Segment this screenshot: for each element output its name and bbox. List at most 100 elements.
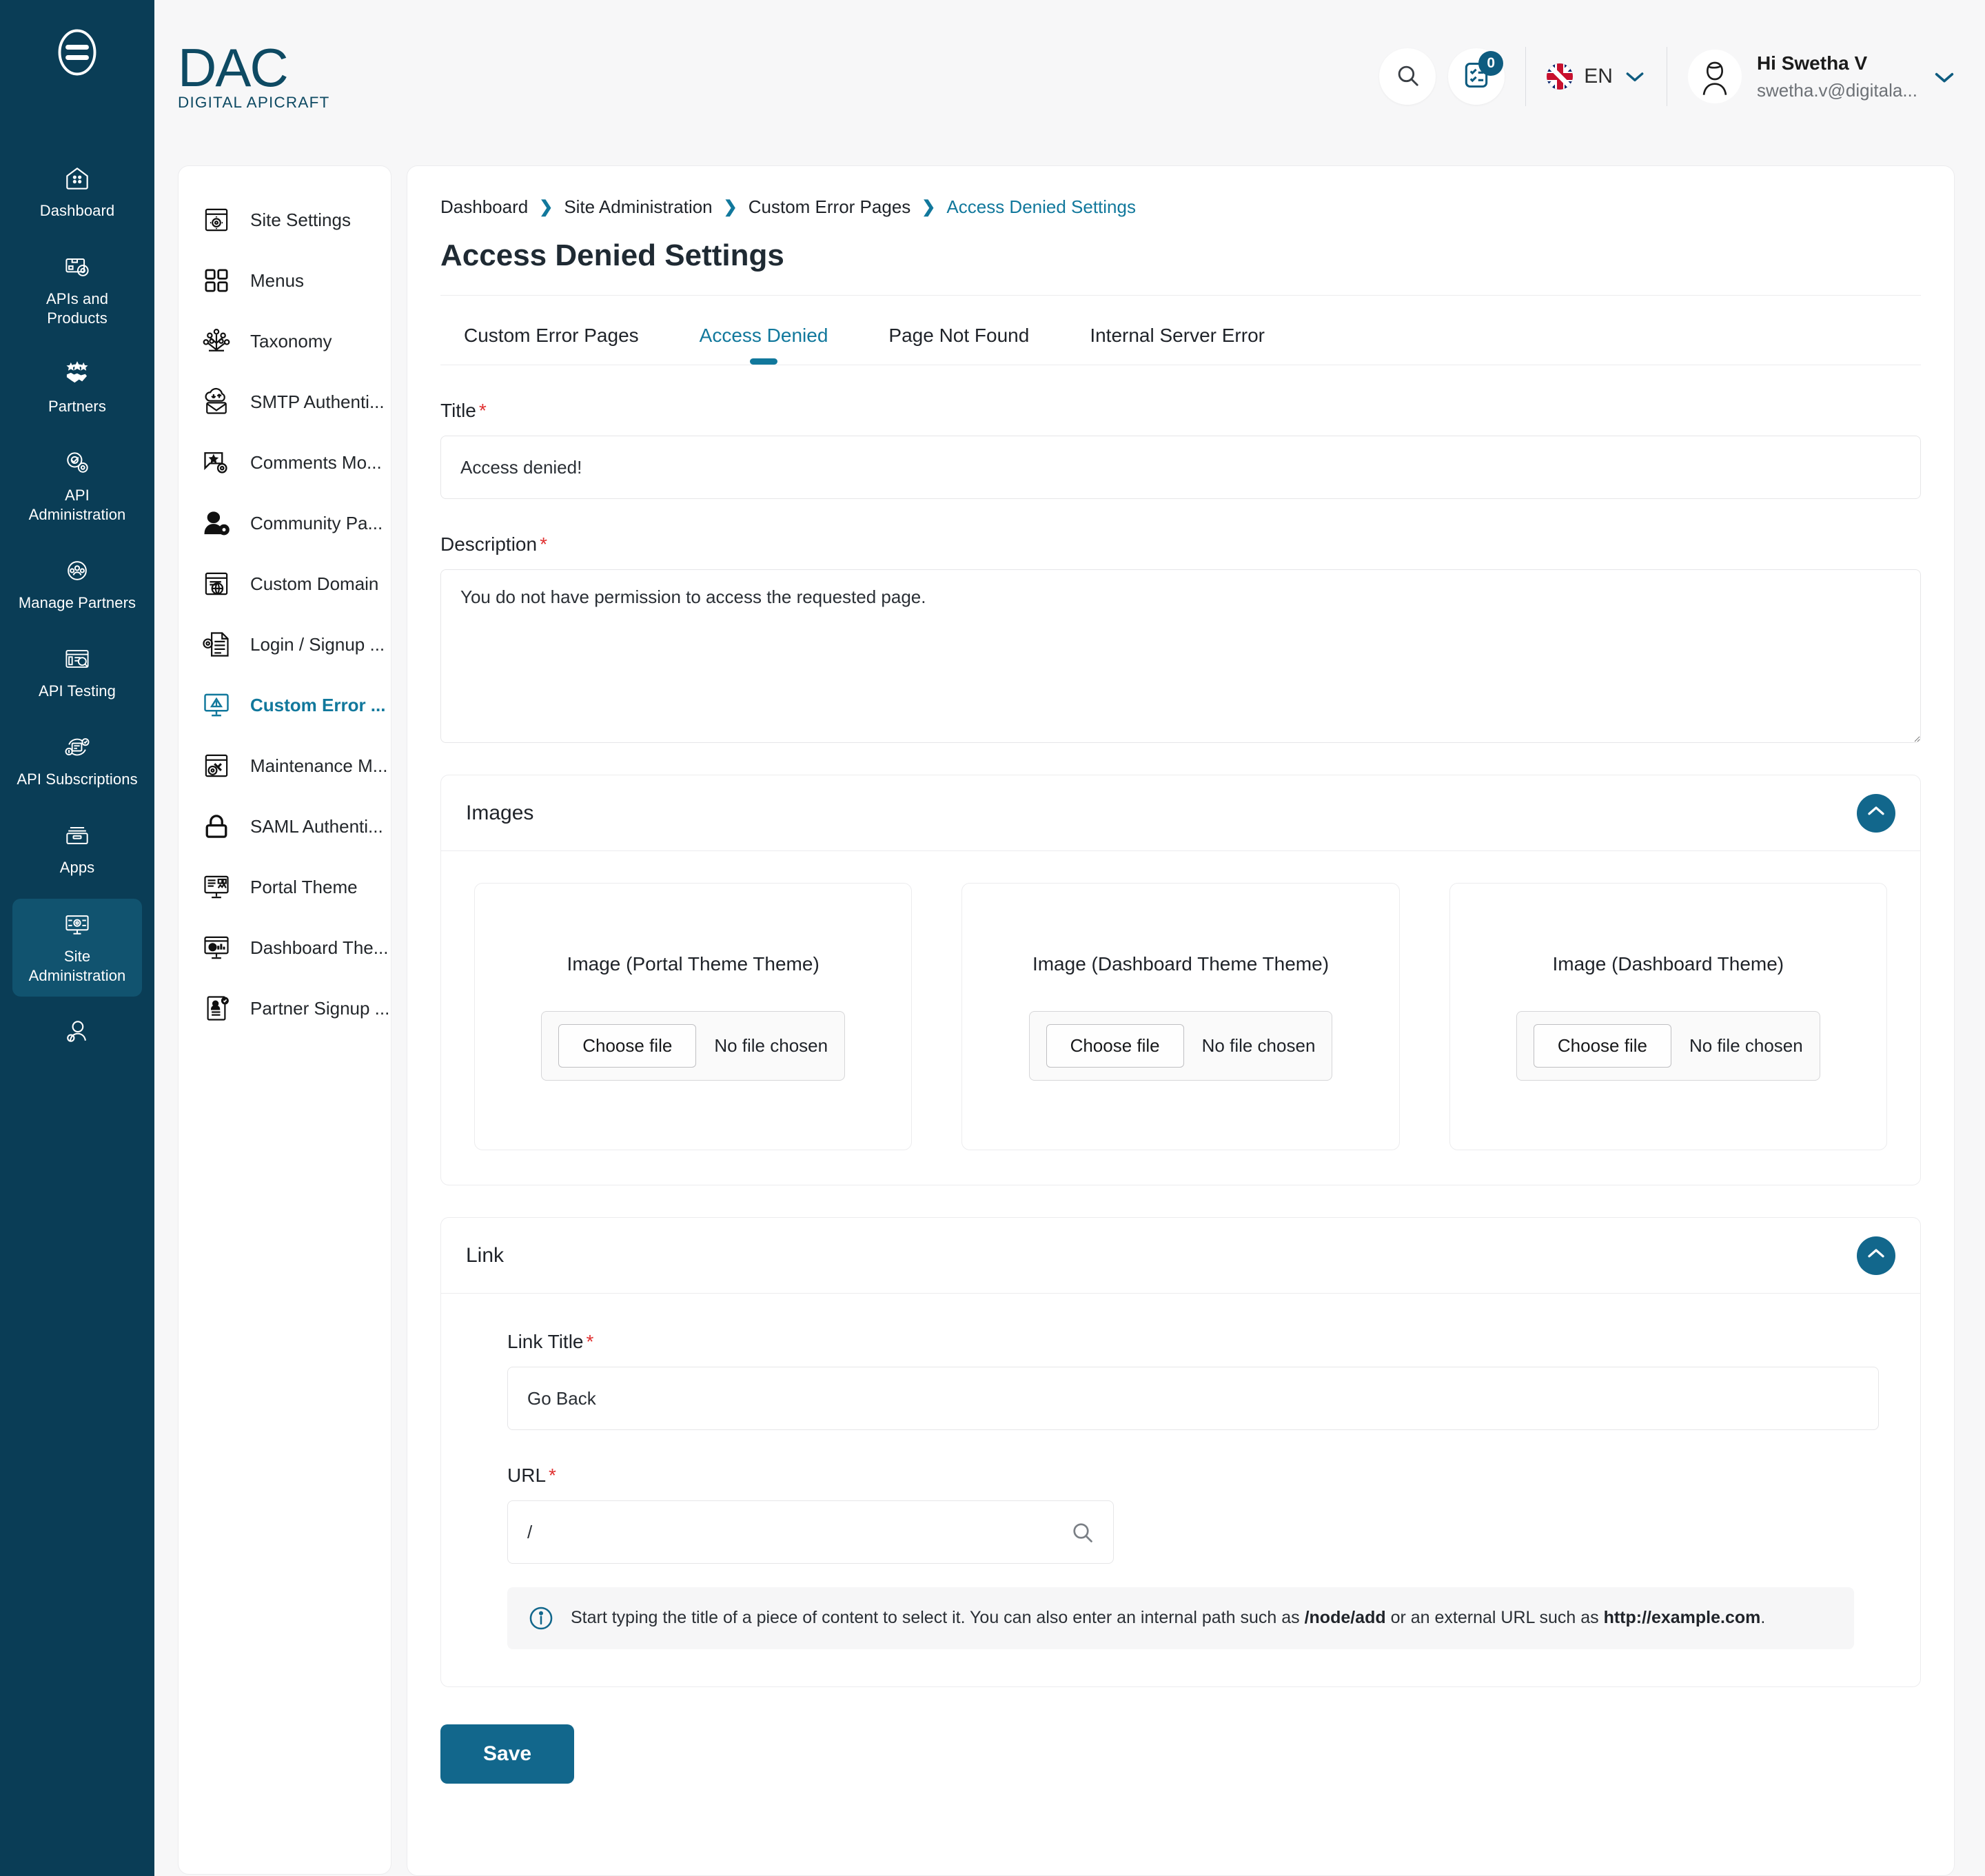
save-button[interactable]: Save: [440, 1724, 575, 1784]
sidebar-item-apis-and-products[interactable]: APIs and Products: [12, 241, 142, 339]
sidebar-item-api-administration[interactable]: API Administration: [12, 438, 142, 536]
sidebar-item-api-subscriptions[interactable]: API Subscriptions: [12, 722, 142, 800]
sidebar-item-api-testing[interactable]: API Testing: [12, 633, 142, 712]
subnav-item-label: Portal Theme: [250, 876, 358, 897]
breadcrumb-item-dashboard[interactable]: Dashboard: [440, 196, 528, 218]
file-input-row[interactable]: Choose file No file chosen: [1516, 1010, 1820, 1081]
subnav-item-taxonomy[interactable]: Taxonomy: [179, 311, 391, 371]
main-region: DAC DIGITAL APICRAFT 0 EN Hi Swetha V sw…: [154, 0, 1985, 1876]
subnav-item-custom-error-pages[interactable]: Custom Error ...: [179, 675, 391, 735]
maintenance-mode-icon: [201, 750, 232, 782]
user-email: swetha.v@digitala...: [1756, 79, 1917, 101]
link-panel-title: Link: [466, 1243, 505, 1267]
choose-file-button[interactable]: Choose file: [558, 1023, 697, 1068]
chevron-down-icon: [1933, 70, 1955, 83]
tasks-button[interactable]: 0: [1448, 48, 1505, 105]
content-card: Dashboard ❯ Site Administration ❯ Custom…: [407, 165, 1955, 1876]
breadcrumb-item-access-denied-settings[interactable]: Access Denied Settings: [946, 196, 1136, 218]
link-title-input[interactable]: [507, 1367, 1879, 1430]
subnav-item-smtp-authentication[interactable]: SMTP Authenti...: [179, 371, 391, 432]
link-title-label-text: Link Title: [507, 1331, 584, 1352]
community-user-gear-icon: [201, 507, 232, 539]
smtp-mail-cloud-icon: [201, 386, 232, 418]
sidebar-item-label: API Subscriptions: [17, 771, 138, 788]
tasks-badge: 0: [1478, 51, 1504, 76]
language-selector[interactable]: EN: [1547, 63, 1646, 90]
subnav-item-site-settings[interactable]: Site Settings: [179, 190, 391, 250]
tab-custom-error-pages[interactable]: Custom Error Pages: [440, 325, 669, 365]
user-greeting: Hi Swetha V: [1756, 52, 1868, 74]
file-input-row[interactable]: Choose file No file chosen: [541, 1010, 846, 1081]
subnav-item-label: Comments Mo...: [250, 451, 382, 473]
subnav-item-dashboard-theme[interactable]: Dashboard The...: [179, 917, 391, 978]
link-panel-header: Link: [441, 1218, 1920, 1294]
subnav-item-custom-domain[interactable]: Custom Domain: [179, 553, 391, 614]
link-title-label: Link Title *: [507, 1331, 1879, 1353]
header-divider-1: [1525, 47, 1527, 106]
secondary-sidebar: Site Settings Menus Taxonomy SMTP Authen…: [178, 165, 391, 1875]
images-panel-title: Images: [466, 801, 534, 824]
url-label-text: URL: [507, 1465, 547, 1486]
chevron-down-icon: [1624, 70, 1646, 83]
subnav-item-partner-signup[interactable]: Partner Signup ...: [179, 978, 391, 1039]
site-administration-icon: [59, 908, 95, 940]
subnav-item-maintenance-mode[interactable]: Maintenance M...: [179, 735, 391, 796]
portal-theme-icon: [201, 871, 232, 903]
sidebar-item-dashboard[interactable]: Dashboard: [12, 153, 142, 232]
menus-grid-icon: [201, 265, 232, 296]
title-input[interactable]: [440, 436, 1921, 499]
tab-access-denied[interactable]: Access Denied: [669, 325, 859, 365]
sidebar-item-label: Apps: [59, 859, 95, 877]
url-input-wrapper: [507, 1500, 1114, 1564]
required-asterisk: *: [586, 1331, 594, 1352]
sidebar-item-site-administration[interactable]: Site Administration: [12, 898, 142, 997]
choose-file-button[interactable]: Choose file: [1533, 1023, 1671, 1068]
url-input[interactable]: [507, 1500, 1114, 1564]
image-card-dashboard-theme: Image (Dashboard Theme) Choose file No f…: [1449, 883, 1887, 1150]
sidebar-item-apps[interactable]: Apps: [12, 810, 142, 888]
required-asterisk: *: [478, 400, 487, 421]
partner-signup-icon: [201, 992, 232, 1024]
site-settings-icon: [201, 204, 232, 236]
api-testing-icon: [59, 643, 95, 675]
search-button[interactable]: [1379, 48, 1436, 105]
url-hint-code-internal: /node/add: [1304, 1608, 1386, 1628]
file-input-row[interactable]: Choose file No file chosen: [1028, 1010, 1333, 1081]
login-signup-doc-icon: [201, 629, 232, 660]
images-panel: Images Image (Portal Theme Theme) Choose…: [440, 775, 1921, 1185]
image-card-title: Image (Dashboard Theme Theme): [1032, 952, 1330, 975]
choose-file-button[interactable]: Choose file: [1046, 1023, 1184, 1068]
sidebar-item-label: Site Administration: [28, 947, 126, 984]
subnav-item-community-pages[interactable]: Community Pa...: [179, 493, 391, 553]
body-row: Site Settings Menus Taxonomy SMTP Authen…: [154, 153, 1985, 1876]
subnav-item-label: Site Settings: [250, 209, 351, 230]
subnav-item-comments-moderation[interactable]: Comments Mo...: [179, 432, 391, 493]
subnav-item-login-signup[interactable]: Login / Signup ...: [179, 614, 391, 675]
user-settings-icon: [59, 1016, 95, 1048]
breadcrumb-item-site-administration[interactable]: Site Administration: [564, 196, 712, 218]
image-card-title: Image (Dashboard Theme): [1552, 952, 1784, 975]
subnav-item-portal-theme[interactable]: Portal Theme: [179, 857, 391, 917]
subnav-item-label: Custom Error ...: [250, 694, 386, 715]
partners-handshake-icon: [59, 358, 95, 390]
sidebar-item-user-settings[interactable]: [12, 1006, 142, 1066]
breadcrumb: Dashboard ❯ Site Administration ❯ Custom…: [440, 196, 1921, 218]
breadcrumb-item-custom-error-pages[interactable]: Custom Error Pages: [749, 196, 911, 218]
tab-internal-server-error[interactable]: Internal Server Error: [1059, 325, 1295, 365]
uk-flag-icon: [1547, 63, 1574, 90]
sidebar-item-label: APIs and Products: [45, 290, 109, 327]
hamburger-menu-icon[interactable]: [52, 28, 102, 77]
images-panel-collapse-button[interactable]: [1857, 793, 1895, 833]
user-text: Hi Swetha V swetha.v@digitala...: [1757, 52, 1917, 101]
sidebar-item-partners[interactable]: Partners: [12, 349, 142, 427]
svg-text:SAML: SAML: [208, 828, 225, 835]
description-textarea[interactable]: [440, 569, 1921, 743]
image-card-title: Image (Portal Theme Theme): [567, 952, 820, 975]
user-menu[interactable]: Hi Swetha V swetha.v@digitala...: [1687, 50, 1955, 103]
tab-page-not-found[interactable]: Page Not Found: [858, 325, 1059, 365]
sidebar-item-manage-partners[interactable]: Manage Partners: [12, 545, 142, 624]
brand-logo[interactable]: DAC DIGITAL APICRAFT: [178, 41, 329, 112]
subnav-item-menus[interactable]: Menus: [179, 250, 391, 311]
link-panel-collapse-button[interactable]: [1857, 1236, 1895, 1275]
subnav-item-saml-authentication[interactable]: SAML SAML Authenti...: [179, 796, 391, 857]
